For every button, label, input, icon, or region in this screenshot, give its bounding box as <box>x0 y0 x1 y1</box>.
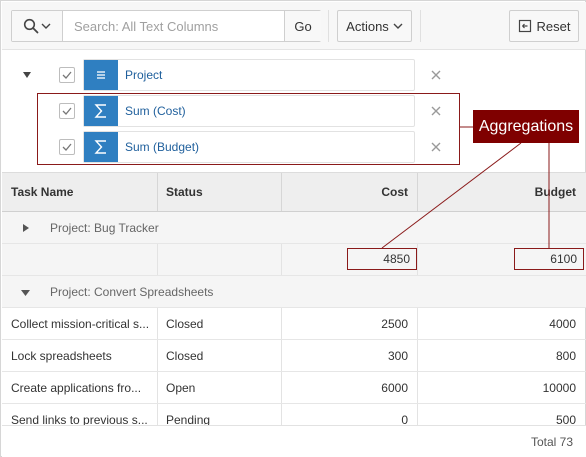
chevron-down-icon <box>393 23 403 29</box>
control-label: Project <box>125 68 163 82</box>
table-header: Task Name Status Cost Budget <box>2 172 586 212</box>
actions-button[interactable]: Actions <box>337 10 412 42</box>
cell-budget: 800 <box>555 348 576 363</box>
table-row[interactable]: Create applications fro... Open 6000 100… <box>2 372 586 404</box>
search-input[interactable] <box>74 11 284 41</box>
collapse-group-icon[interactable] <box>21 289 30 297</box>
total-row-count: Total 73 <box>530 435 573 449</box>
go-button[interactable]: Go <box>284 11 321 41</box>
cell-budget: 4000 <box>549 316 576 331</box>
cell-cost: 300 <box>387 348 408 363</box>
aggregations-highlight <box>37 93 460 165</box>
remove-control-button[interactable] <box>429 68 443 82</box>
aggregations-callout: Aggregations <box>473 110 579 143</box>
cell-cost: 2500 <box>381 316 408 331</box>
cell-divider <box>417 244 418 275</box>
report-region: Go Actions Reset <box>0 0 586 457</box>
search-bar: Go <box>11 10 321 42</box>
cell-status: Pending <box>166 413 211 425</box>
group-break-row[interactable]: Project: Convert Spreadsheets <box>2 276 586 308</box>
column-header-task-name[interactable]: Task Name <box>11 173 151 211</box>
cell-status: Closed <box>166 348 204 363</box>
group-break-row[interactable]: Project: Bug Tracker <box>2 212 586 244</box>
cell-divider <box>157 244 158 275</box>
toolbar-divider <box>328 10 329 42</box>
checkmark-icon <box>62 71 72 79</box>
report-footer: Total 73 <box>2 425 586 457</box>
control-break-project[interactable]: Project <box>83 59 415 91</box>
column-header-cost[interactable]: Cost <box>282 173 408 211</box>
cell-status: Open <box>166 380 196 395</box>
cell-divider <box>281 244 282 275</box>
control-enable-checkbox[interactable] <box>59 67 75 83</box>
aggregate-row <box>2 244 586 276</box>
column-header-budget[interactable]: Budget <box>418 173 576 211</box>
search-icon <box>23 18 39 34</box>
toolbar-divider <box>420 10 421 42</box>
aggregate-sum-budget: 6100 <box>514 248 584 270</box>
column-header-status[interactable]: Status <box>166 173 276 211</box>
cell-task-name: Lock spreadsheets <box>11 348 112 363</box>
table-row[interactable]: Collect mission-critical s... Closed 250… <box>2 308 586 340</box>
chevron-down-icon <box>41 23 51 29</box>
reset-label: Reset <box>536 18 571 34</box>
close-icon <box>431 70 441 80</box>
group-label: Project: Bug Tracker <box>50 220 159 235</box>
collapse-controls-icon[interactable] <box>22 70 32 80</box>
list-icon <box>84 60 118 90</box>
cell-task-name: Collect mission-critical s... <box>11 316 150 331</box>
cell-divider <box>157 372 158 403</box>
table-row[interactable]: Lock spreadsheets Closed 300 800 <box>2 340 586 372</box>
cell-divider <box>157 340 158 371</box>
cell-task-name: Send links to previous s... <box>11 413 148 425</box>
actions-label: Actions <box>346 18 389 34</box>
reset-icon <box>518 19 531 33</box>
cell-budget: 10000 <box>542 380 576 395</box>
cell-status: Closed <box>166 316 204 331</box>
cell-task-name: Create applications fro... <box>11 380 142 395</box>
cell-divider <box>157 308 158 339</box>
aggregate-sum-cost: 4850 <box>347 248 417 270</box>
expand-group-icon[interactable] <box>22 224 30 232</box>
search-column-menu-button[interactable] <box>12 11 63 41</box>
cell-cost: 6000 <box>381 380 408 395</box>
cell-divider <box>157 404 158 425</box>
table-row[interactable]: Send links to previous s... Pending 0 50… <box>2 404 586 425</box>
group-label: Project: Convert Spreadsheets <box>50 284 214 299</box>
reset-button[interactable]: Reset <box>509 10 579 42</box>
cell-budget: 500 <box>555 413 576 425</box>
column-divider <box>157 173 158 211</box>
toolbar: Go Actions Reset <box>2 2 586 50</box>
cell-cost: 0 <box>401 413 408 425</box>
